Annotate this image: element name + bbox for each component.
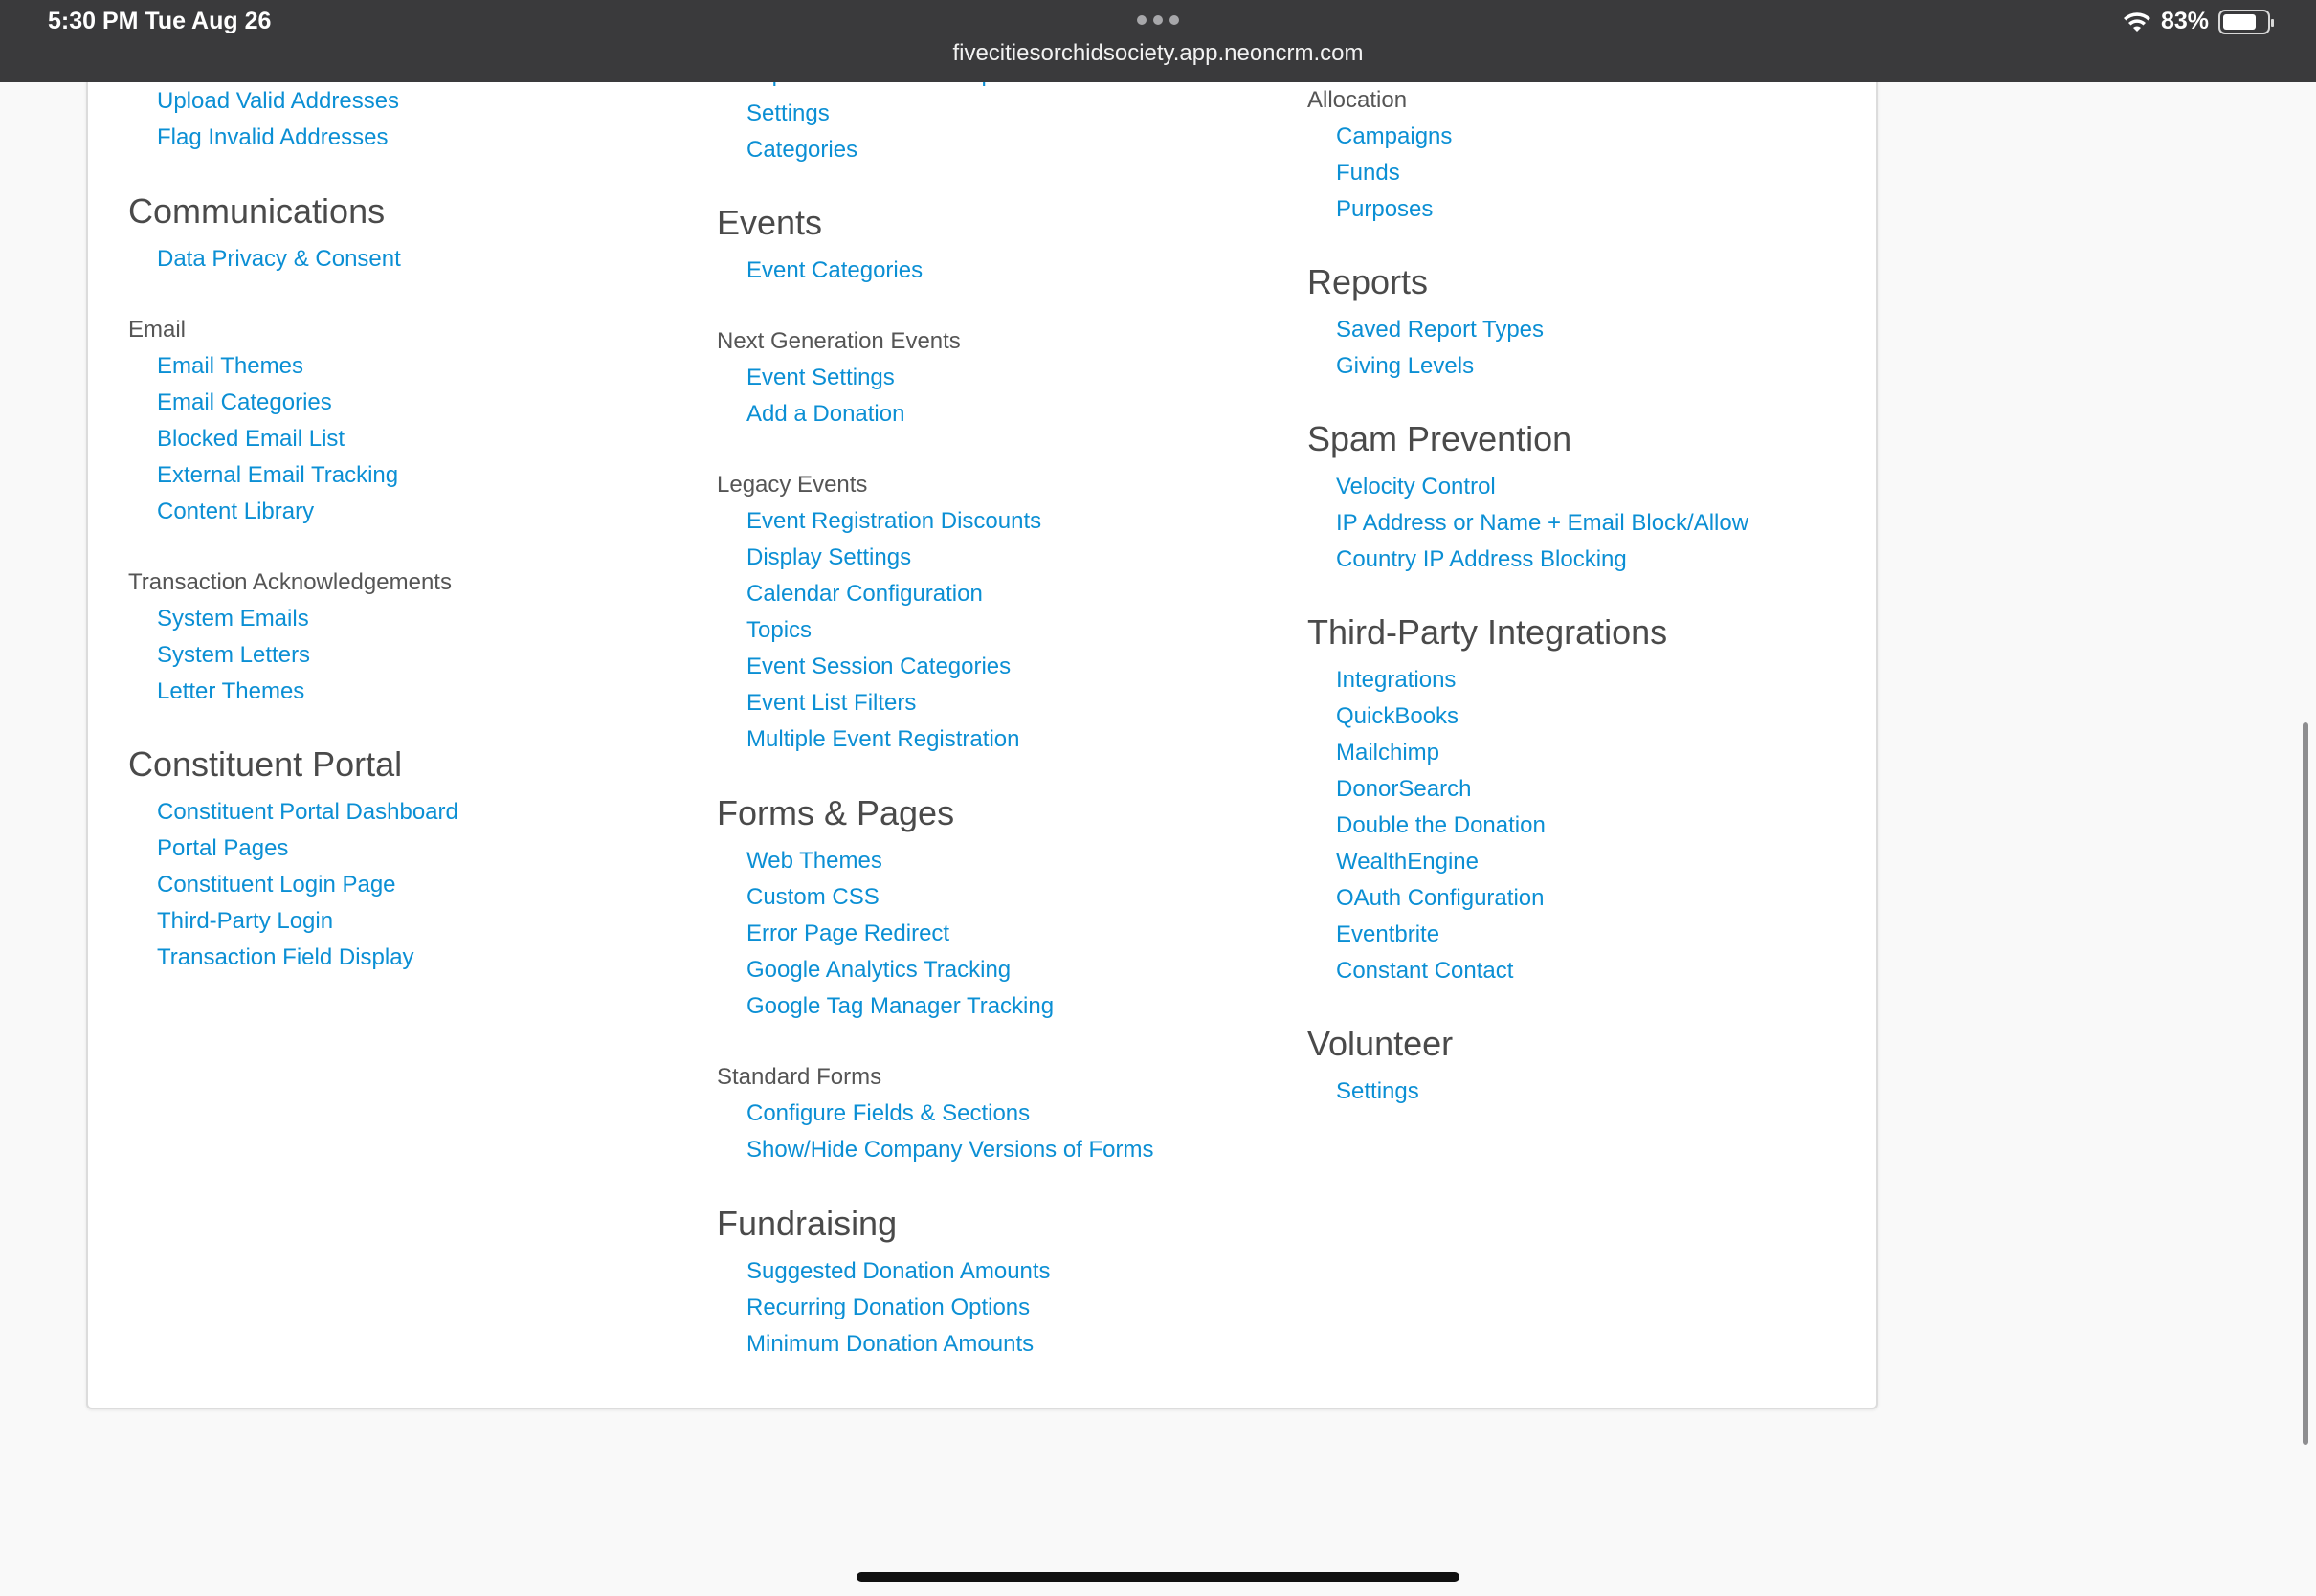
- heading-constituent-portal: Constituent Portal: [128, 744, 403, 784]
- link-volunteer-settings[interactable]: Settings: [1336, 1078, 1419, 1105]
- link-custom-css[interactable]: Custom CSS: [746, 884, 880, 911]
- link-event-categories[interactable]: Event Categories: [746, 257, 923, 284]
- settings-card: Upload Valid Addresses Flag Invalid Addr…: [86, 0, 1878, 1409]
- battery-icon: [2218, 9, 2274, 34]
- link-external-email-tracking[interactable]: External Email Tracking: [157, 462, 398, 489]
- link-content-library[interactable]: Content Library: [157, 499, 314, 525]
- link-google-analytics-tracking[interactable]: Google Analytics Tracking: [746, 957, 1011, 984]
- link-show-hide-company-versions[interactable]: Show/Hide Company Versions of Forms: [746, 1137, 1154, 1164]
- link-blocked-email-list[interactable]: Blocked Email List: [157, 426, 345, 453]
- link-constant-contact[interactable]: Constant Contact: [1336, 958, 1513, 985]
- link-transaction-field-display[interactable]: Transaction Field Display: [157, 944, 414, 971]
- subheading-allocation: Allocation: [1307, 87, 1408, 113]
- heading-volunteer: Volunteer: [1307, 1024, 1454, 1063]
- heading-reports: Reports: [1307, 262, 1429, 301]
- link-constituent-login-page[interactable]: Constituent Login Page: [157, 872, 396, 898]
- link-letter-themes[interactable]: Letter Themes: [157, 678, 304, 705]
- subheading-legacy-events: Legacy Events: [717, 472, 868, 498]
- subheading-next-generation-events: Next Generation Events: [717, 328, 961, 354]
- heading-forms-pages: Forms & Pages: [717, 793, 955, 832]
- link-email-categories[interactable]: Email Categories: [157, 389, 332, 416]
- link-categories[interactable]: Categories: [746, 137, 857, 164]
- link-display-settings[interactable]: Display Settings: [746, 544, 911, 571]
- link-purposes[interactable]: Purposes: [1336, 196, 1433, 223]
- link-system-emails[interactable]: System Emails: [157, 606, 309, 632]
- link-campaigns[interactable]: Campaigns: [1336, 123, 1452, 150]
- heading-spam-prevention: Spam Prevention: [1307, 419, 1572, 458]
- link-giving-levels[interactable]: Giving Levels: [1336, 353, 1474, 380]
- link-topics[interactable]: Topics: [746, 617, 812, 644]
- wifi-icon: [2123, 11, 2150, 32]
- link-error-page-redirect[interactable]: Error Page Redirect: [746, 920, 949, 947]
- link-event-settings[interactable]: Event Settings: [746, 365, 895, 391]
- more-dots-icon[interactable]: [1137, 15, 1179, 25]
- page-scrollbar[interactable]: [2303, 722, 2308, 1445]
- address-bar[interactable]: fivecitiesorchidsociety.app.neoncrm.com: [0, 40, 2316, 67]
- link-data-privacy-consent[interactable]: Data Privacy & Consent: [157, 246, 401, 273]
- subheading-transaction-acknowledgements: Transaction Acknowledgements: [128, 569, 452, 595]
- link-configure-fields-sections[interactable]: Configure Fields & Sections: [746, 1100, 1030, 1127]
- subheading-standard-forms: Standard Forms: [717, 1064, 882, 1090]
- link-calendar-configuration[interactable]: Calendar Configuration: [746, 581, 983, 608]
- link-event-session-categories[interactable]: Event Session Categories: [746, 654, 1011, 680]
- link-google-tag-manager-tracking[interactable]: Google Tag Manager Tracking: [746, 993, 1054, 1020]
- link-upload-valid-addresses[interactable]: Upload Valid Addresses: [157, 88, 399, 115]
- link-event-registration-discounts[interactable]: Event Registration Discounts: [746, 508, 1041, 535]
- status-time: 5:30 PM Tue Aug 26: [48, 8, 272, 34]
- link-multiple-event-registration[interactable]: Multiple Event Registration: [746, 726, 1019, 753]
- link-settings[interactable]: Settings: [746, 100, 830, 127]
- link-velocity-control[interactable]: Velocity Control: [1336, 474, 1496, 500]
- link-email-themes[interactable]: Email Themes: [157, 353, 303, 380]
- link-third-party-login[interactable]: Third-Party Login: [157, 908, 333, 935]
- link-quickbooks[interactable]: QuickBooks: [1336, 703, 1459, 730]
- link-donorsearch[interactable]: DonorSearch: [1336, 776, 1471, 803]
- heading-fundraising: Fundraising: [717, 1204, 898, 1243]
- link-double-the-donation[interactable]: Double the Donation: [1336, 812, 1546, 839]
- subheading-email: Email: [128, 317, 187, 343]
- browser-status-bar: 5:30 PM Tue Aug 26 fivecitiesorchidsocie…: [0, 0, 2316, 82]
- heading-third-party-integrations: Third-Party Integrations: [1307, 612, 1668, 652]
- home-indicator[interactable]: [857, 1572, 1459, 1582]
- link-minimum-donation-amounts[interactable]: Minimum Donation Amounts: [746, 1331, 1034, 1358]
- link-saved-report-types[interactable]: Saved Report Types: [1336, 317, 1544, 344]
- battery-percent: 83%: [2160, 8, 2209, 34]
- link-portal-pages[interactable]: Portal Pages: [157, 835, 288, 862]
- link-wealthengine[interactable]: WealthEngine: [1336, 849, 1479, 876]
- link-recurring-donation-options[interactable]: Recurring Donation Options: [746, 1295, 1030, 1321]
- link-system-letters[interactable]: System Letters: [157, 642, 310, 669]
- link-eventbrite[interactable]: Eventbrite: [1336, 921, 1439, 948]
- link-suggested-donation-amounts[interactable]: Suggested Donation Amounts: [746, 1258, 1051, 1285]
- link-event-list-filters[interactable]: Event List Filters: [746, 690, 916, 717]
- link-constituent-portal-dashboard[interactable]: Constituent Portal Dashboard: [157, 799, 458, 826]
- link-mailchimp[interactable]: Mailchimp: [1336, 740, 1439, 766]
- link-add-a-donation[interactable]: Add a Donation: [746, 401, 904, 428]
- link-ip-address-block-allow[interactable]: IP Address or Name + Email Block/Allow: [1336, 510, 1748, 537]
- link-web-themes[interactable]: Web Themes: [746, 848, 882, 875]
- heading-events: Events: [717, 203, 823, 242]
- link-flag-invalid-addresses[interactable]: Flag Invalid Addresses: [157, 124, 388, 151]
- link-oauth-configuration[interactable]: OAuth Configuration: [1336, 885, 1544, 912]
- heading-communications: Communications: [128, 191, 386, 231]
- link-country-ip-blocking[interactable]: Country IP Address Blocking: [1336, 546, 1627, 573]
- link-funds[interactable]: Funds: [1336, 160, 1400, 187]
- link-integrations[interactable]: Integrations: [1336, 667, 1456, 694]
- status-right: 83%: [2123, 8, 2274, 35]
